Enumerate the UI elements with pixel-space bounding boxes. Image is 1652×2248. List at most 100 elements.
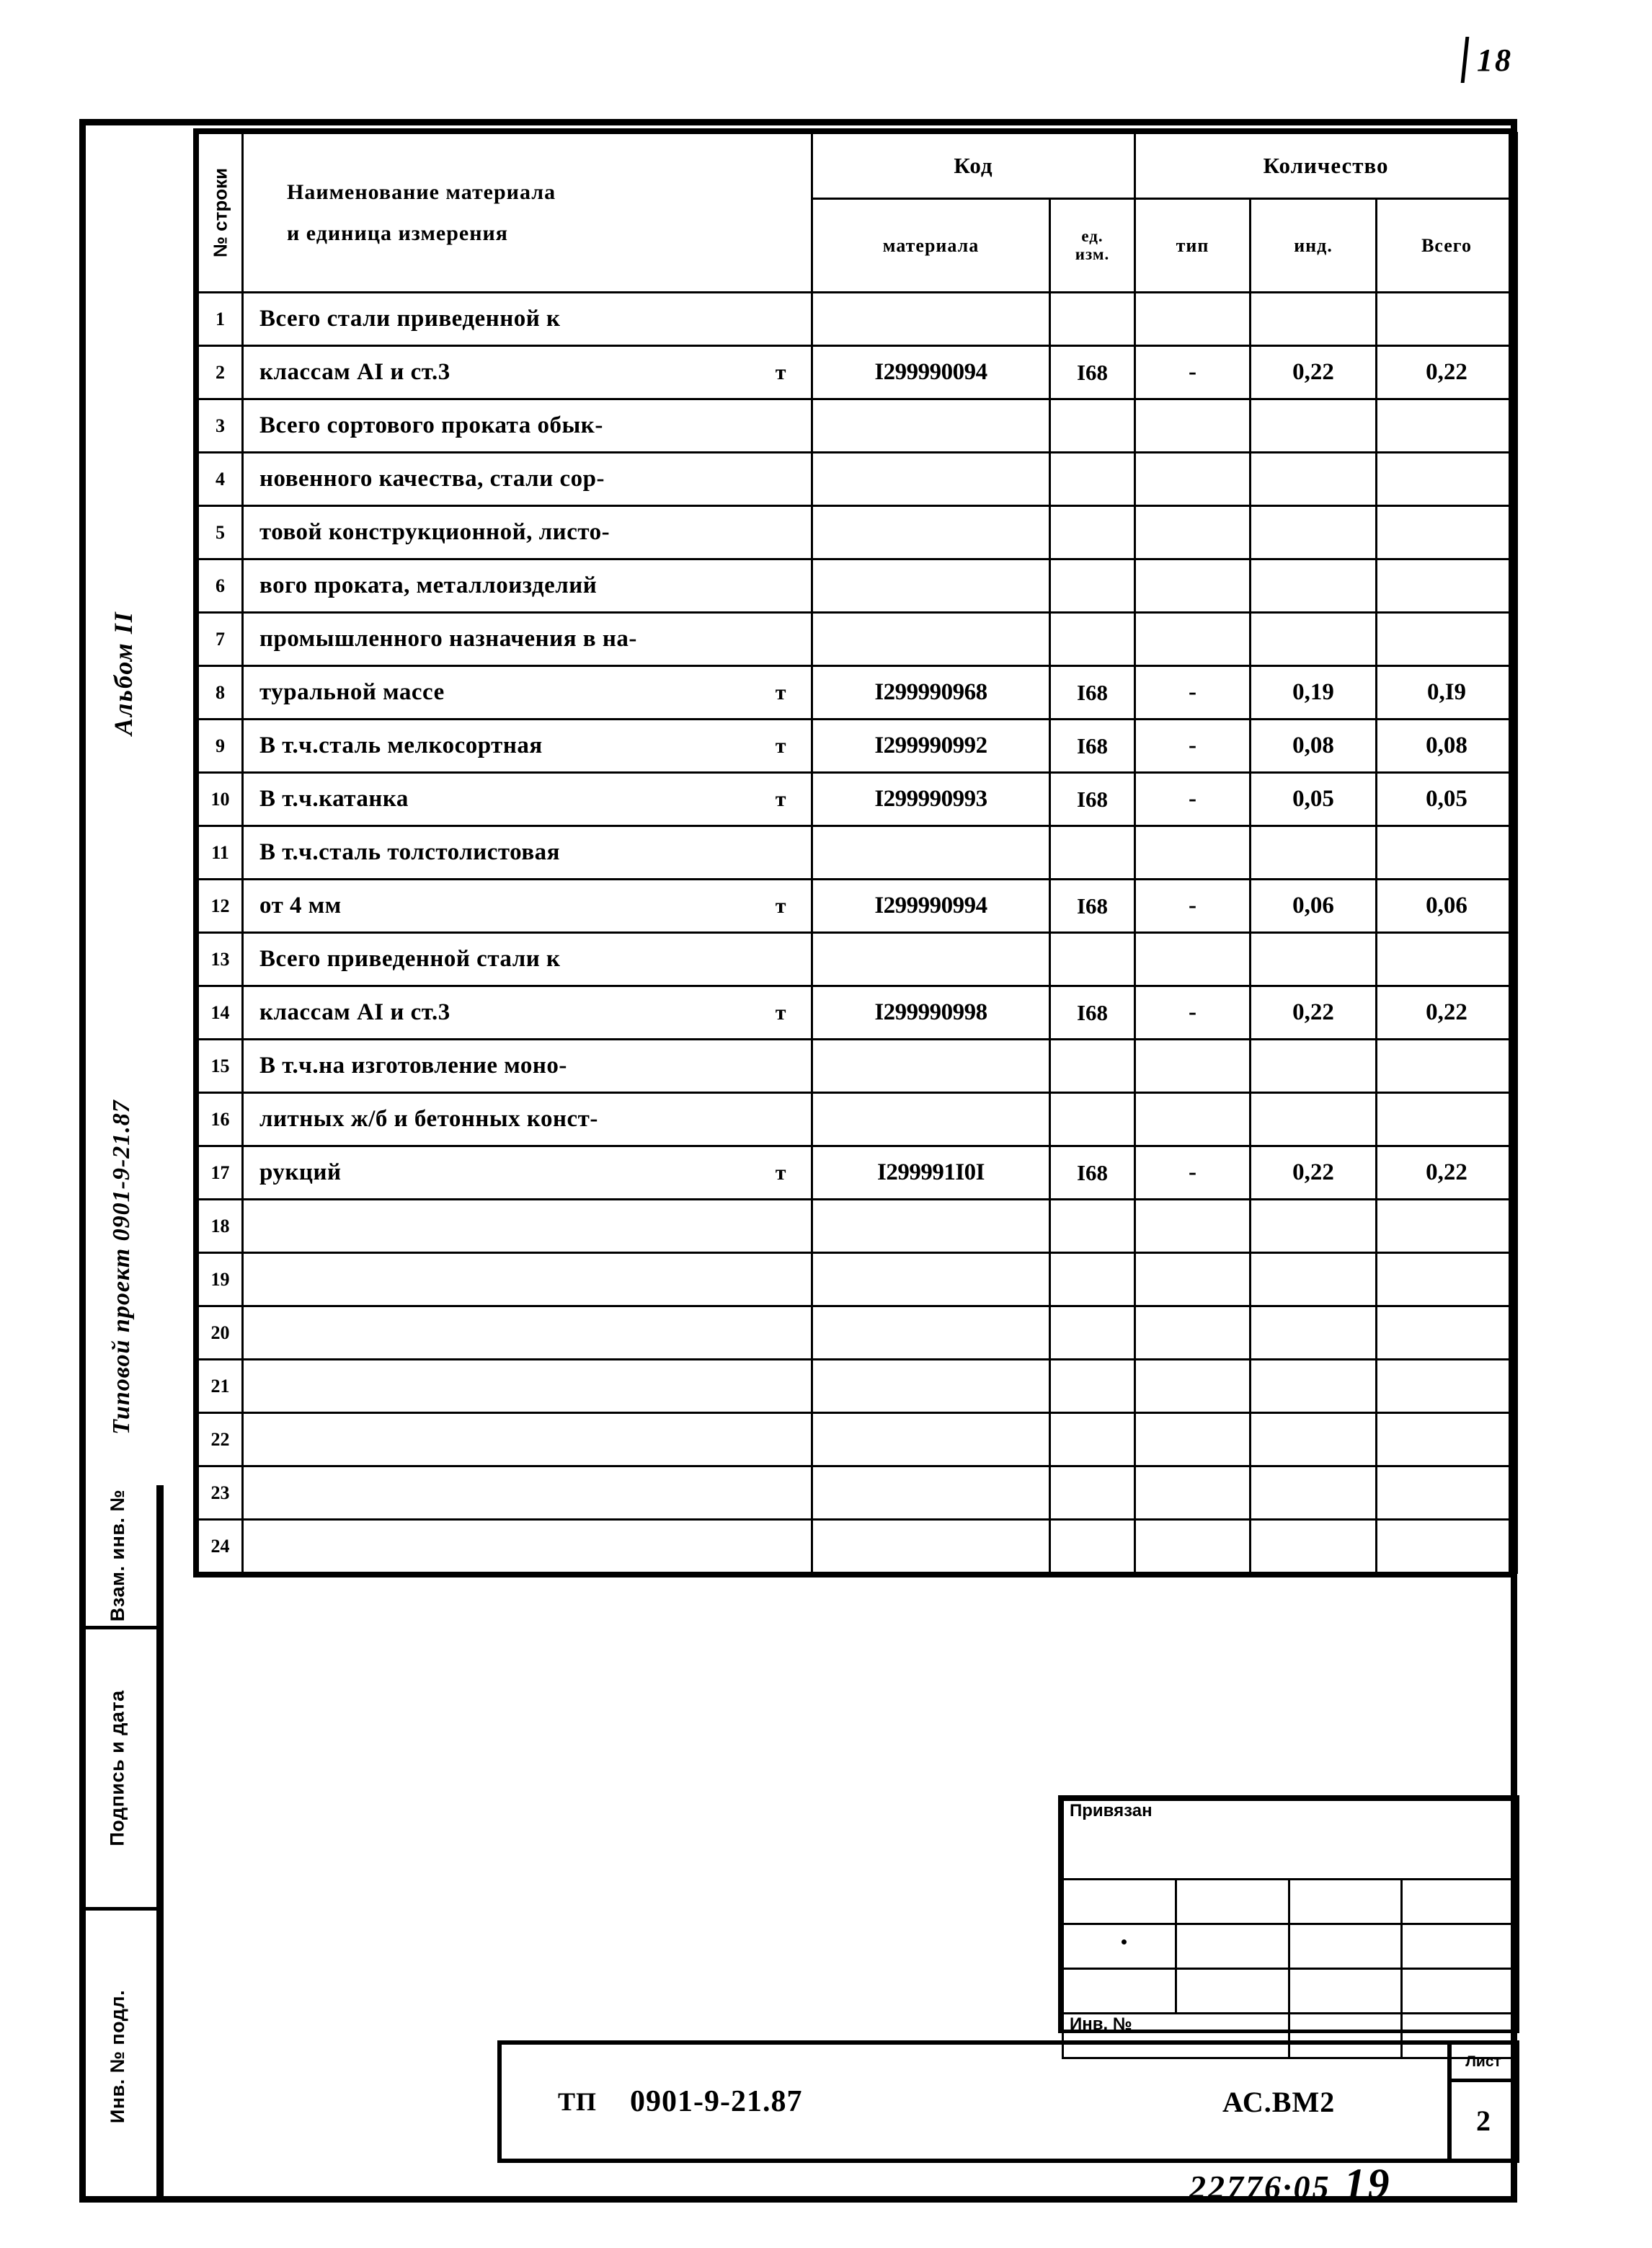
- cell-qty-ind: [1249, 611, 1378, 667]
- cell-qty-ind: [1249, 1358, 1378, 1414]
- privyazan-cell-3-2[interactable]: [1174, 1968, 1290, 2014]
- privyazan-cell-1-1[interactable]: [1062, 1878, 1177, 1925]
- cell-qty-total: 0,22: [1375, 345, 1519, 400]
- cell-qty-type: -: [1134, 345, 1252, 400]
- material-name-text: В т.ч.на изготовление моно-: [259, 1053, 567, 1079]
- cell-material-name: вого проката, металлоизделий: [241, 558, 813, 614]
- cell-qty-total: [1375, 1358, 1519, 1414]
- cell-material-name: В т.ч.на изготовление моно-: [241, 1038, 813, 1094]
- cell-code-material: [811, 825, 1051, 880]
- title-block: ТП 0901-9-21.87 АС.ВМ2 Лист 2: [497, 2040, 1519, 2163]
- cell-code-material: [811, 398, 1051, 453]
- cell-row-number: 17: [197, 1145, 244, 1200]
- table-row: 13 Всего приведенной стали к: [197, 931, 1519, 987]
- privyazan-cell-2-4[interactable]: [1400, 1923, 1516, 1970]
- cell-code-unit: [1048, 451, 1137, 507]
- cell-code-unit: [1048, 1518, 1137, 1574]
- cell-qty-total: [1375, 1412, 1519, 1467]
- table-row: 11 В т.ч.сталь толстолистовая: [197, 825, 1519, 880]
- privyazan-row-3: [1062, 1968, 1516, 2014]
- cell-row-number: 4: [197, 451, 244, 507]
- table-row: 2 классам АI и ст.3 т I299990094 I68-0,22 0,2…: [197, 345, 1519, 400]
- table-row: 6 вого проката, металлоизделий: [197, 558, 1519, 614]
- cell-qty-ind: [1249, 398, 1378, 453]
- privyazan-cell-3-1[interactable]: [1062, 1968, 1177, 2014]
- cell-code-unit: [1048, 398, 1137, 453]
- cell-code-unit: I68: [1048, 1145, 1137, 1200]
- stamp-label-inv-podl: Инв. № подл.: [107, 1989, 128, 2124]
- material-name-text: В т.ч.катанка: [259, 786, 409, 812]
- cell-qty-type: [1134, 1092, 1252, 1147]
- material-name-text: Всего приведенной стали к: [259, 946, 561, 972]
- cell-material-name: от 4 мм т: [241, 878, 813, 934]
- stamp-label-podpis-data: Подпись и дата: [107, 1690, 129, 1846]
- privyazan-row-2: [1062, 1923, 1516, 1970]
- cell-code-unit: [1048, 558, 1137, 614]
- cell-material-name: [241, 1305, 813, 1360]
- cell-material-name: [241, 1518, 813, 1574]
- archive-number-value: 22776·05: [1189, 2169, 1331, 2205]
- material-name-text: новенного качества, стали сор-: [259, 466, 605, 492]
- specification-table: № строки Наименование материала и единиц…: [193, 128, 1519, 1577]
- privyazan-cell-1-2[interactable]: [1174, 1878, 1290, 1925]
- cell-material-name: [241, 1358, 813, 1414]
- cell-material-name: [241, 1198, 813, 1254]
- table-head: № строки Наименование материала и единиц…: [197, 132, 1519, 293]
- cell-qty-total: [1375, 611, 1519, 667]
- header-code-material: материала: [811, 198, 1051, 293]
- material-unit-text: т: [775, 360, 786, 384]
- cell-material-name: [241, 1412, 813, 1467]
- cell-material-name: литных ж/б и бетонных конст-: [241, 1092, 813, 1147]
- header-material-name-line1: Наименование материала: [287, 180, 556, 204]
- table-row: 7 промышленного назначения в на-: [197, 611, 1519, 667]
- cell-qty-type: [1134, 451, 1252, 507]
- title-block-tp-prefix: ТП: [558, 2087, 598, 2116]
- material-name-text: промышленного назначения в на-: [259, 626, 637, 652]
- privyazan-cell-2-1[interactable]: [1062, 1923, 1177, 1970]
- material-name-text: туральной массе: [259, 679, 445, 705]
- material-unit-text: т: [775, 893, 786, 918]
- table-row: 22: [197, 1412, 1519, 1467]
- privyazan-cell-1-4[interactable]: [1400, 1878, 1516, 1925]
- cell-qty-type: -: [1134, 665, 1252, 720]
- cell-code-material: [811, 931, 1051, 987]
- stamp-label-vzam-inv: Взам. инв. №: [107, 1489, 129, 1622]
- cell-qty-ind: [1249, 1412, 1378, 1467]
- material-name-text: Всего сортового проката обык-: [259, 412, 603, 438]
- table-row: 24: [197, 1518, 1519, 1574]
- cell-code-unit: [1048, 1038, 1137, 1094]
- cell-qty-type: [1134, 1038, 1252, 1094]
- cell-material-name: [241, 1465, 813, 1521]
- cell-qty-type: [1134, 1358, 1252, 1414]
- cell-material-name: Всего приведенной стали к: [241, 931, 813, 987]
- cell-material-name: промышленного назначения в на-: [241, 611, 813, 667]
- cell-qty-total: 0,22: [1375, 1145, 1519, 1200]
- privyazan-cell-2-2[interactable]: [1174, 1923, 1290, 1970]
- cell-code-unit: [1048, 1358, 1137, 1414]
- header-quantity-total: Всего: [1375, 198, 1519, 293]
- cell-code-unit: [1048, 1252, 1137, 1307]
- cell-code-material: [811, 1305, 1051, 1360]
- cell-row-number: 11: [197, 825, 244, 880]
- cell-qty-ind: 0,06: [1249, 878, 1378, 934]
- material-unit-text: т: [775, 1000, 786, 1025]
- material-name-text: классам АI и ст.3: [259, 999, 450, 1025]
- cell-qty-ind: [1249, 505, 1378, 560]
- cell-material-name: В т.ч.катанка т: [241, 771, 813, 827]
- privyazan-cell-3-3[interactable]: [1287, 1968, 1403, 2014]
- cell-qty-ind: 0,19: [1249, 665, 1378, 720]
- table-row: 16 литных ж/б и бетонных конст-: [197, 1092, 1519, 1147]
- table-row: 17 рукций т I299991I0I I68-0,22 0,22: [197, 1145, 1519, 1200]
- header-row-1: № строки Наименование материала и единиц…: [197, 132, 1519, 293]
- margin-column-separator: [160, 1485, 164, 2203]
- cell-qty-ind: [1249, 1305, 1378, 1360]
- title-block-mark: АС.ВМ2: [1222, 2085, 1336, 2118]
- privyazan-cell-3-4[interactable]: [1400, 1968, 1516, 2014]
- privyazan-cell-1-3[interactable]: [1287, 1878, 1403, 1925]
- cell-material-name: классам АI и ст.3 т: [241, 345, 813, 400]
- cell-qty-type: [1134, 1198, 1252, 1254]
- cell-code-material: [811, 505, 1051, 560]
- header-quantity-ind: инд.: [1249, 198, 1378, 293]
- cell-code-unit: I68: [1048, 345, 1137, 400]
- privyazan-cell-2-3[interactable]: [1287, 1923, 1403, 1970]
